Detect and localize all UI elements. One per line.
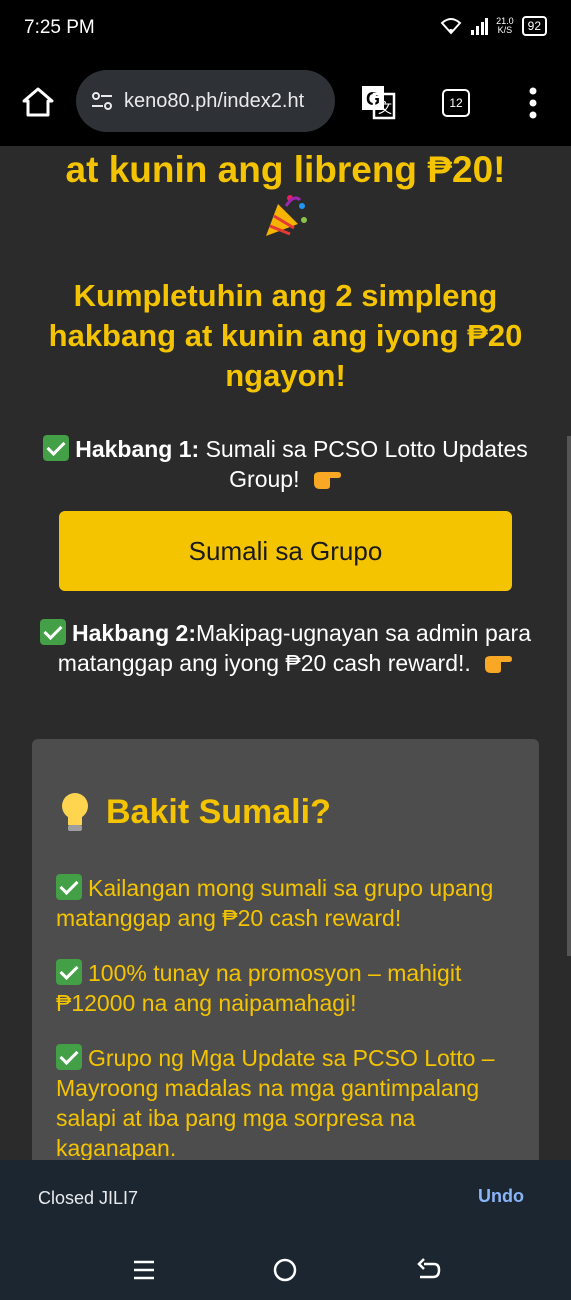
check-icon xyxy=(56,874,82,900)
pointing-hand-icon xyxy=(485,656,513,673)
step-2: Hakbang 2:Makipag-ugnayan sa admin para … xyxy=(40,618,531,678)
site-settings-icon[interactable] xyxy=(90,89,114,113)
step-2-label: Hakbang 2: xyxy=(72,620,196,646)
home-icon[interactable] xyxy=(20,84,56,120)
card-title: Bakit Sumali? xyxy=(58,791,331,833)
browser-toolbar: keno80.ph/index2.ht G 文 12 xyxy=(0,58,571,146)
status-icons: 21.0 K/S 92 xyxy=(440,16,547,36)
system-nav-bar xyxy=(0,1236,571,1300)
undo-button[interactable]: Undo xyxy=(478,1186,524,1207)
step-1-label: Hakbang 1: xyxy=(75,436,200,462)
url-text: keno80.ph/index2.ht xyxy=(124,89,305,112)
translate-icon[interactable]: G 文 xyxy=(360,84,396,120)
check-icon xyxy=(43,435,70,461)
wifi-icon xyxy=(440,18,462,35)
more-options-icon[interactable] xyxy=(523,86,543,120)
back-icon[interactable] xyxy=(414,1256,442,1284)
reason-item: Grupo ng Mga Update sa PCSO Lotto – Mayr… xyxy=(56,1044,495,1160)
step-1-text: Sumali sa PCSO Lotto Updates Group! xyxy=(199,436,528,492)
snackbar: Closed JILI7 Undo xyxy=(0,1160,571,1236)
pointing-hand-icon xyxy=(313,472,341,489)
recent-apps-icon[interactable] xyxy=(130,1256,158,1284)
join-group-button[interactable]: Sumali sa Grupo xyxy=(59,511,512,591)
net-speed: 21.0 K/S xyxy=(496,16,514,35)
status-bar: 7:25 PM 21.0 K/S 92 xyxy=(0,0,571,58)
address-bar[interactable]: keno80.ph/index2.ht xyxy=(76,70,335,132)
snackbar-message: Closed JILI7 xyxy=(38,1188,139,1208)
battery-icon: 92 xyxy=(521,16,547,36)
status-time: 7:25 PM xyxy=(24,17,95,38)
light-bulb-icon xyxy=(62,793,88,831)
signal-icon xyxy=(471,18,489,35)
check-icon xyxy=(40,619,67,645)
home-nav-icon[interactable] xyxy=(271,1256,299,1284)
svg-text:文: 文 xyxy=(378,100,392,116)
check-icon xyxy=(56,959,82,985)
card-title-text: Bakit Sumali? xyxy=(106,792,331,831)
reason-item: 100% tunay na promosyon – mahigit ₱12000… xyxy=(56,959,462,1016)
web-page: at kunin ang libreng ₱20! Kumpletuhin an… xyxy=(0,146,571,1160)
tab-switcher-button[interactable]: 12 xyxy=(442,89,470,117)
party-popper-icon xyxy=(266,195,307,236)
page-title: at kunin ang libreng ₱20! xyxy=(65,149,506,190)
scrollbar[interactable] xyxy=(567,436,571,956)
step-1: Hakbang 1: Sumali sa PCSO Lotto Updates … xyxy=(40,434,531,494)
check-icon xyxy=(56,1044,82,1070)
why-join-card: Bakit Sumali? Kailangan mong sumali sa g… xyxy=(32,739,539,1160)
headline: Kumpletuhin ang 2 simpleng hakbang at ku… xyxy=(48,278,523,393)
reason-item: Kailangan mong sumali sa grupo upang mat… xyxy=(56,874,494,931)
